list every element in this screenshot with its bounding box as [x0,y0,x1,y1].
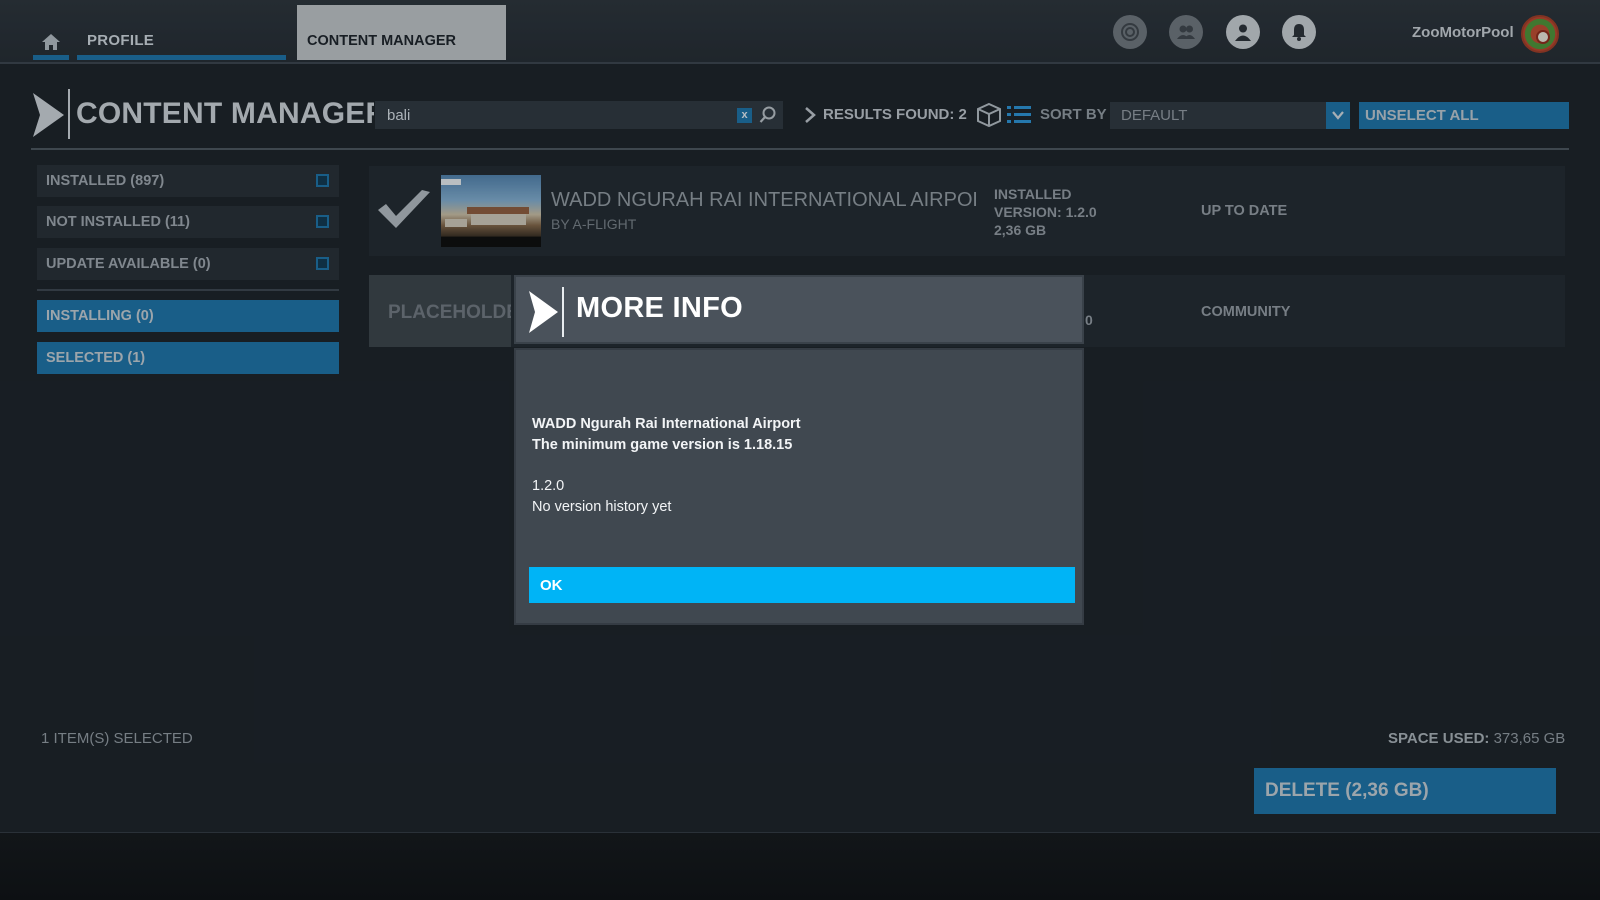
dialog-min-version: The minimum game version is 1.18.15 [532,437,793,453]
dialog-version-history: No version history yet [532,499,672,515]
dialog-version: 1.2.0 [532,478,565,494]
dialog-title-divider [562,287,564,337]
more-info-dialog: MORE INFO WADD Ngurah Rai International … [514,275,1084,625]
footer-bar [0,832,1600,900]
ok-button[interactable]: OK [529,567,1075,603]
dialog-body: WADD Ngurah Rai International Airport Th… [514,348,1084,625]
ok-button-label: OK [540,577,563,594]
dialog-chevron-icon [529,291,558,333]
dialog-item-name: WADD Ngurah Rai International Airport [532,416,801,432]
dialog-header: MORE INFO [514,275,1084,344]
dialog-title: MORE INFO [576,292,744,324]
